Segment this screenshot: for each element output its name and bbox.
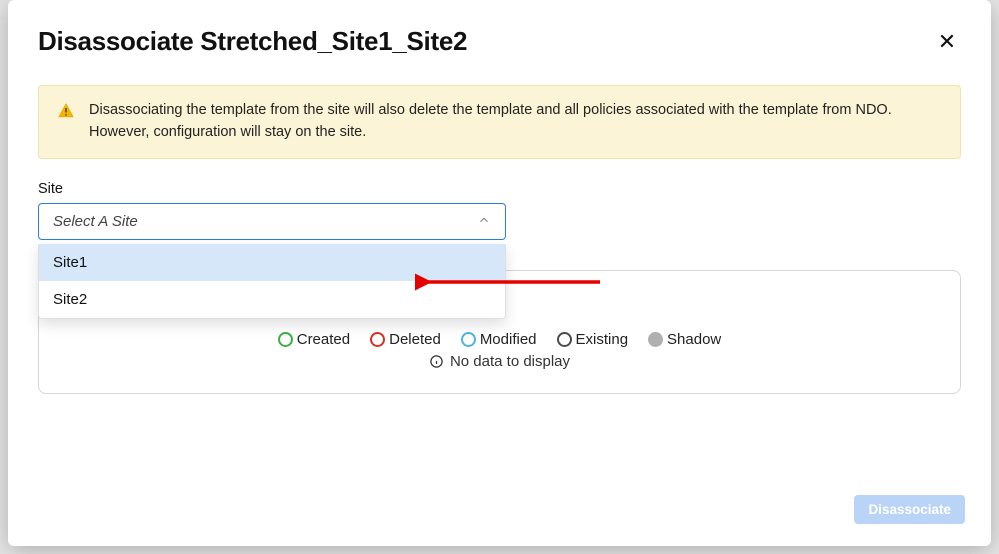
info-icon: [429, 354, 444, 369]
close-button[interactable]: ✕: [933, 28, 961, 56]
legend-label-modified: Modified: [480, 331, 537, 348]
no-data-row: No data to display: [63, 353, 936, 370]
legend-created: Created: [278, 331, 350, 348]
legend-circle-shadow: [648, 332, 663, 347]
legend-circle-created: [278, 332, 293, 347]
site-select[interactable]: Select A Site: [38, 203, 506, 240]
legend-deleted: Deleted: [370, 331, 441, 348]
no-data-text: No data to display: [450, 353, 570, 370]
site-label: Site: [38, 181, 961, 197]
modal-header: Disassociate Stretched_Site1_Site2 ✕: [8, 0, 991, 65]
legend-label-deleted: Deleted: [389, 331, 441, 348]
legend-shadow: Shadow: [648, 331, 721, 348]
disassociate-button[interactable]: Disassociate: [854, 495, 965, 524]
site-dropdown: Site1 Site2: [38, 244, 506, 319]
legend-circle-modified: [461, 332, 476, 347]
warning-text: Disassociating the template from the sit…: [89, 100, 942, 144]
site-option-site1[interactable]: Site1: [39, 244, 505, 281]
disassociate-modal: Disassociate Stretched_Site1_Site2 ✕ Dis…: [8, 0, 991, 546]
legend-row: Created Deleted Modified Existing Shadow: [63, 331, 936, 348]
warning-alert: Disassociating the template from the sit…: [38, 85, 961, 159]
legend-circle-existing: [557, 332, 572, 347]
legend-label-existing: Existing: [576, 331, 629, 348]
close-icon: ✕: [938, 29, 956, 55]
modal-title: Disassociate Stretched_Site1_Site2: [38, 26, 467, 57]
modal-body: Disassociating the template from the sit…: [8, 65, 991, 394]
legend-circle-deleted: [370, 332, 385, 347]
chevron-up-icon: [477, 213, 491, 230]
legend-modified: Modified: [461, 331, 537, 348]
legend-label-created: Created: [297, 331, 350, 348]
modal-footer: Disassociate: [8, 479, 991, 546]
site-select-placeholder: Select A Site: [53, 213, 138, 230]
warning-icon: [57, 102, 75, 128]
legend-label-shadow: Shadow: [667, 331, 721, 348]
site-select-wrapper: Select A Site Site1 Site2: [38, 203, 506, 240]
site-option-site2[interactable]: Site2: [39, 281, 505, 318]
legend-existing: Existing: [557, 331, 629, 348]
